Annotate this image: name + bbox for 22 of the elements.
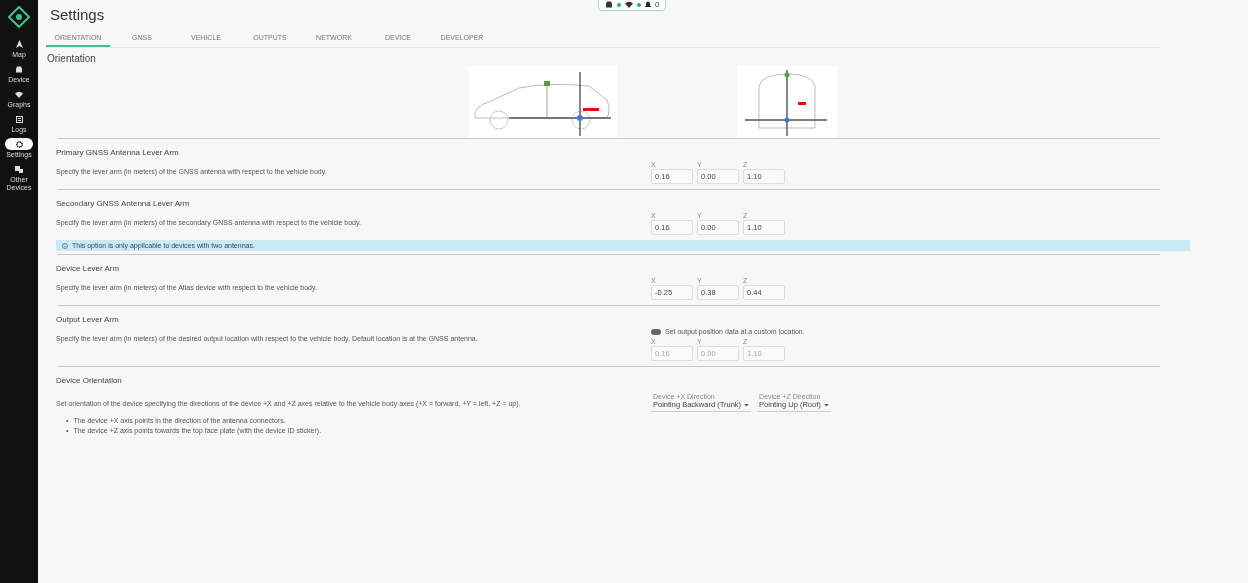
section-title: Primary GNSS Antenna Lever Arm xyxy=(56,148,180,157)
car-icon xyxy=(15,65,23,73)
section-heading: Orientation xyxy=(47,53,97,64)
settings-icon xyxy=(15,140,23,148)
notification-count: 0 xyxy=(655,0,660,9)
section-title: Device Orientation xyxy=(56,376,123,385)
log-icon xyxy=(15,115,23,123)
navigation-icon xyxy=(15,40,23,48)
dropdown-caret-icon xyxy=(744,402,750,407)
section-title: Output Lever Arm xyxy=(56,315,120,324)
devices-icon xyxy=(15,165,23,173)
page-title: Settings xyxy=(50,6,106,23)
toggle-switch[interactable] xyxy=(651,328,661,335)
dropdown-caret-icon xyxy=(823,402,829,407)
section-title: Device Lever Arm xyxy=(56,264,121,273)
wifi-icon xyxy=(15,90,23,98)
bell-icon xyxy=(645,1,651,8)
car-icon xyxy=(605,1,613,8)
section-title: Secondary GNSS Antenna Lever Arm xyxy=(56,199,191,208)
logo-icon xyxy=(8,6,30,28)
wifi-icon xyxy=(625,1,633,8)
info-icon xyxy=(62,242,68,249)
